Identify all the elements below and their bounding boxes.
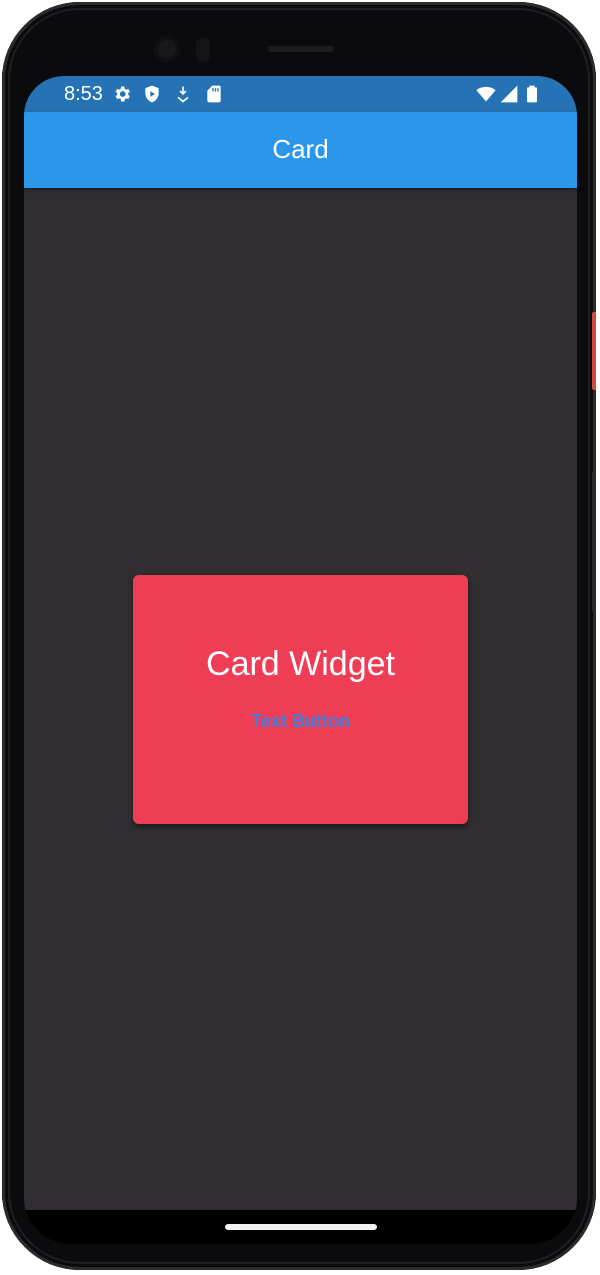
card-widget: Card Widget Text Button: [133, 575, 468, 824]
gear-icon: [115, 86, 130, 102]
navigation-bar: [24, 1210, 577, 1244]
download-icon: [177, 86, 189, 103]
wifi-icon: [476, 86, 496, 102]
app-bar: Card: [24, 112, 577, 188]
card-title: Card Widget: [206, 645, 395, 683]
proximity-sensor: [196, 38, 210, 62]
screen: 8:53 Card Card Widget Text Button: [24, 76, 577, 1244]
status-time: 8:53: [64, 83, 103, 105]
shield-icon: [145, 85, 159, 103]
home-gesture-handle[interactable]: [225, 1224, 377, 1230]
earpiece-speaker: [268, 46, 334, 52]
front-camera: [154, 36, 180, 62]
phone-frame: 8:53 Card Card Widget Text Button: [2, 2, 596, 1270]
sd-card-icon: [207, 85, 221, 103]
status-bar: 8:53: [24, 76, 577, 112]
volume-button[interactable]: [592, 472, 596, 612]
battery-icon: [527, 85, 537, 103]
app-bar-title: Card: [272, 134, 329, 164]
power-button[interactable]: [592, 312, 596, 390]
cell-signal-icon: [500, 85, 518, 103]
text-button[interactable]: Text Button: [240, 703, 361, 739]
